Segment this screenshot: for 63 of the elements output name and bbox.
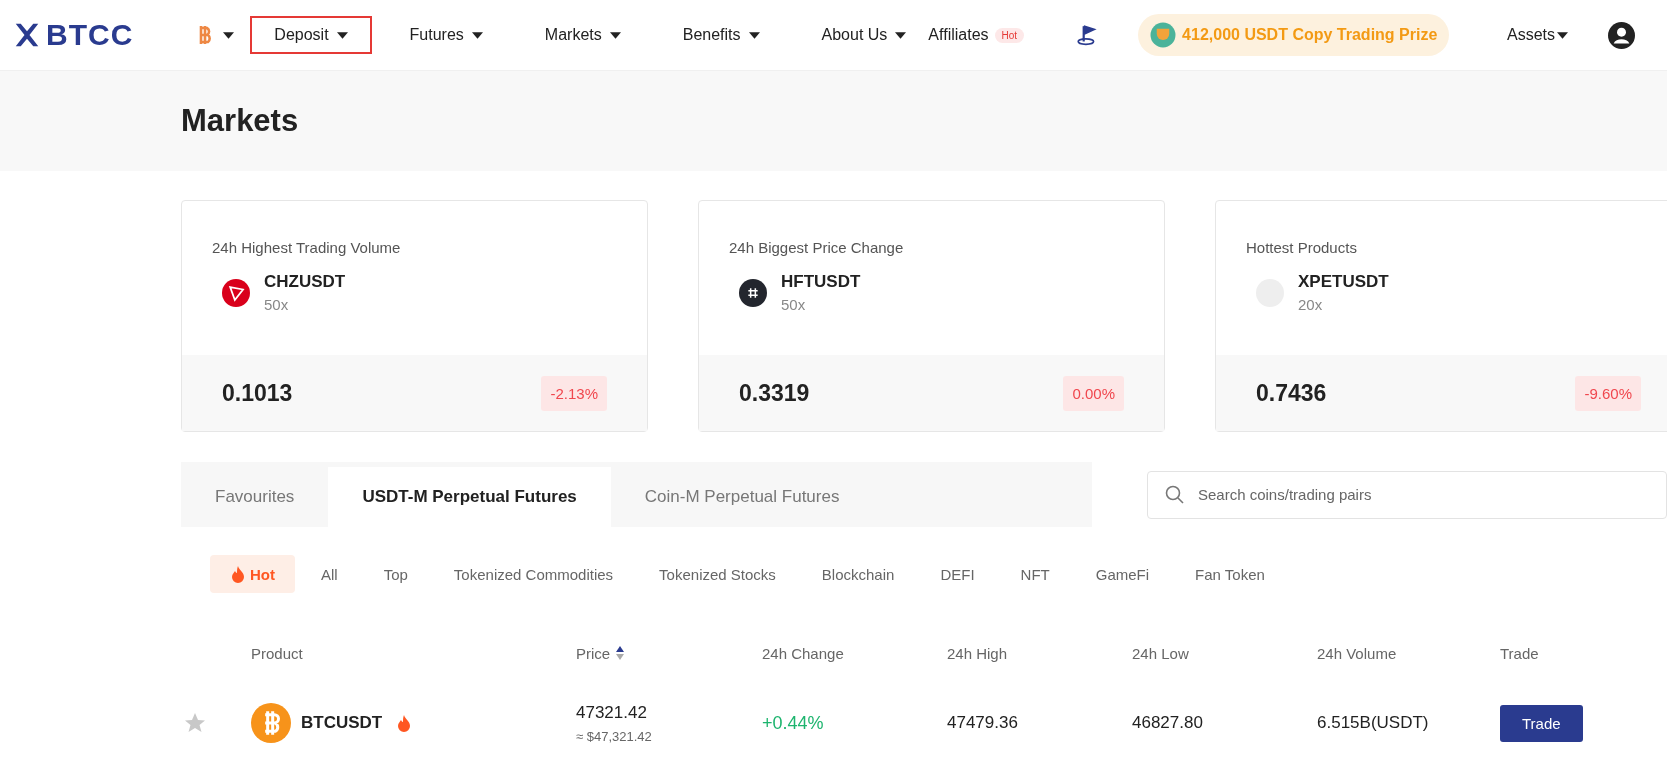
caret-icon <box>1557 31 1568 39</box>
symbol-label: BTCUSDT <box>301 713 383 733</box>
card-title: 24h Highest Trading Volume <box>212 239 402 256</box>
column-header: 24h High <box>947 644 1009 662</box>
price-cell-text: 47321.42 <box>576 702 648 723</box>
market-card[interactable]: Hottest Products XPETUSDT 20x 0.7436 -9.60% <box>1215 200 1667 432</box>
page-title: Markets <box>181 103 299 139</box>
card-title: Hottest Products <box>1246 239 1358 256</box>
flag-icon[interactable] <box>1076 24 1099 46</box>
column-header: 24h Volume <box>1317 644 1398 662</box>
sort-icon[interactable] <box>616 646 625 660</box>
user-icon[interactable] <box>1608 21 1635 49</box>
caret-icon[interactable] <box>223 31 235 39</box>
category-filter[interactable]: DEFI <box>920 555 995 593</box>
change-badge: 0.00% <box>1063 375 1124 411</box>
nav-link[interactable]: Benefits <box>658 16 784 54</box>
market-tab[interactable]: USDT-M Perpetual Futures <box>328 467 611 527</box>
leverage-label: 50x <box>781 296 807 313</box>
market-tab[interactable]: Favourites <box>181 467 329 527</box>
fire-icon <box>230 565 246 583</box>
symbol-label: CHZUSDT <box>264 272 346 292</box>
column-header: 24h Low <box>1132 644 1190 662</box>
btcc-logo[interactable]: BTCC <box>12 18 134 52</box>
symbol-label: HFTUSDT <box>781 272 861 292</box>
market-tab[interactable]: Coin-M Perpetual Futures <box>610 467 874 527</box>
trade-button[interactable]: Trade <box>1500 704 1583 742</box>
nav-link[interactable]: About Us <box>797 16 909 54</box>
category-filter[interactable]: Tokenized Stocks <box>639 555 796 593</box>
column-header: Product <box>251 644 304 662</box>
column-header: 24h Change <box>762 644 845 662</box>
category-filter[interactable]: Fan Token <box>1175 555 1285 593</box>
price-label: 0.3319 <box>739 379 810 407</box>
nav-link[interactable]: Deposit <box>250 16 372 54</box>
price-label: 0.7436 <box>1256 379 1327 407</box>
change-badge: -2.13% <box>541 375 607 411</box>
market-card[interactable]: 24h Biggest Price Change HFTUSDT 50x 0.3319 0.00% <box>698 200 1165 432</box>
usd-price: ≈ $47,321.42 <box>576 728 653 744</box>
low-cell-text: 46827.80 <box>1132 713 1204 733</box>
coin-icon <box>251 703 291 743</box>
category-filter[interactable]: All <box>301 555 358 593</box>
card-title: 24h Biggest Price Change <box>729 239 905 256</box>
nav-link[interactable]: Affiliates Hot <box>908 16 1049 54</box>
symbol-label: XPETUSDT <box>1298 272 1389 292</box>
nav-link[interactable]: Futures <box>385 16 507 54</box>
category-filter[interactable]: Blockchain <box>801 555 915 593</box>
category-filter[interactable]: Top <box>363 555 428 593</box>
category-filter[interactable]: GameFi <box>1075 555 1170 593</box>
search-field[interactable]: Search coins/trading pairs <box>1147 470 1667 519</box>
price-label: 0.1013 <box>222 379 293 407</box>
volume-cell-text: 6.515B(USDT) <box>1317 713 1430 733</box>
nav-link[interactable]: Markets <box>520 16 645 54</box>
category-filter[interactable]: NFT <box>1000 555 1070 593</box>
column-header: Trade <box>1500 644 1540 662</box>
change-badge: -9.60% <box>1575 375 1641 411</box>
category-filter[interactable]: Tokenized Commodities <box>433 555 634 593</box>
assets-menu[interactable]: Assets <box>1507 26 1568 44</box>
leverage-label: 20x <box>1298 296 1324 313</box>
market-card[interactable]: 24h Highest Trading Volume CHZUSDT 50x 0.1013 -2.13% <box>181 200 648 432</box>
high-cell-text: 47479.36 <box>947 713 1019 733</box>
leverage-label: 50x <box>264 296 290 313</box>
search-icon <box>1165 484 1185 505</box>
column-header: Price <box>576 644 762 662</box>
change-cell-text: +0.44% <box>762 712 825 734</box>
